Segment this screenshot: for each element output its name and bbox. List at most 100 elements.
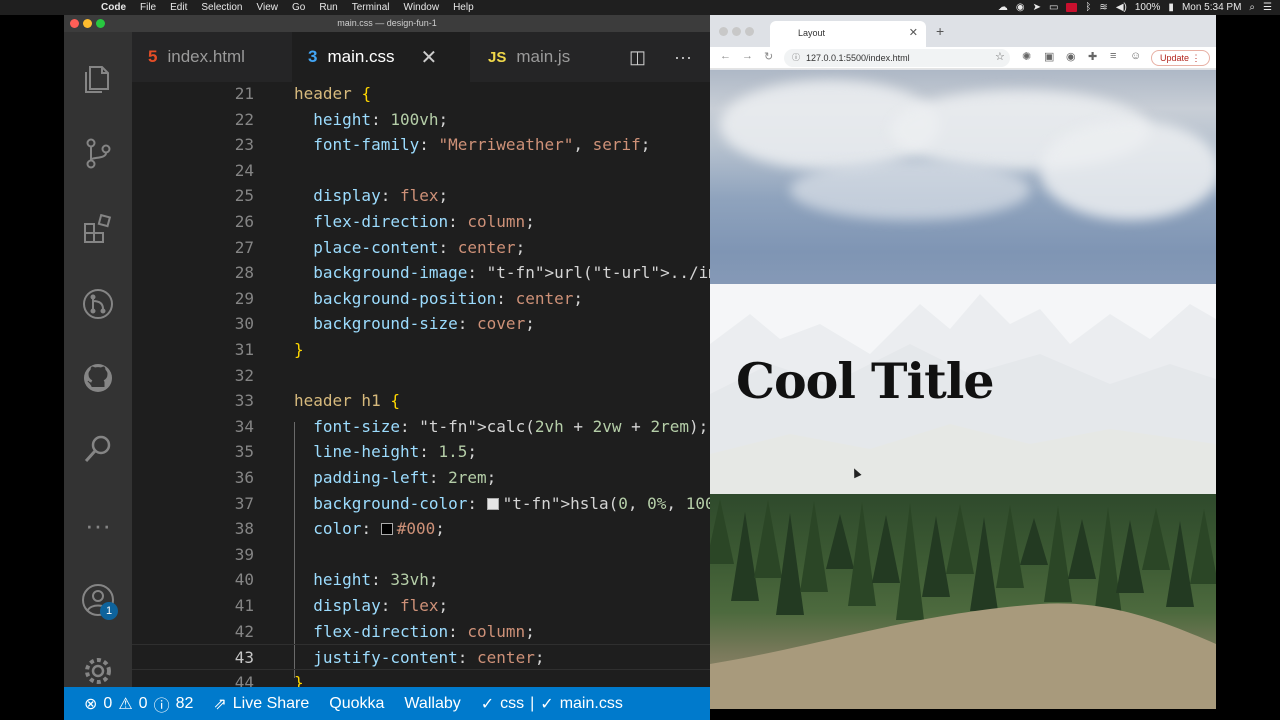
line-code: header h1 { (294, 391, 400, 411)
wifi-icon[interactable]: ≋ (1099, 2, 1107, 13)
update-button[interactable]: Update ⋮ (1151, 50, 1210, 66)
code-line[interactable]: 29 background-position: center; (132, 286, 710, 312)
line-code: color: #000; (313, 519, 445, 539)
line-number: 40 (234, 570, 254, 590)
tab-main-css[interactable]: 3 main.css ✕ (292, 32, 470, 82)
wallaby-button[interactable]: Wallaby (404, 695, 460, 713)
extension-icon[interactable]: ◉ (1066, 50, 1076, 63)
reload-icon[interactable]: ↻ (764, 50, 773, 63)
extension-icon[interactable]: ✺ (1022, 50, 1031, 63)
more-actions-icon[interactable]: ··· (674, 47, 692, 68)
menu-help[interactable]: Help (446, 2, 481, 13)
code-line[interactable]: 42 flex-direction: column; (132, 619, 710, 645)
code-line[interactable]: 31} (132, 337, 710, 363)
forward-icon[interactable]: → (742, 50, 753, 62)
code-line[interactable]: 23 font-family: "Merriweather", serif; (132, 132, 710, 158)
battery-icon[interactable]: ▮ (1168, 2, 1174, 13)
menu-edit[interactable]: Edit (163, 2, 194, 13)
menu-go[interactable]: Go (285, 2, 312, 13)
tree-shape (1116, 520, 1144, 593)
menu-window[interactable]: Window (397, 2, 447, 13)
screen-record-icon[interactable]: ◉ (1016, 2, 1025, 13)
volume-icon[interactable]: ◀) (1116, 2, 1127, 13)
code-line[interactable]: 32 (132, 363, 710, 389)
code-line[interactable]: 26 flex-direction: column; (132, 209, 710, 235)
tab-main-js[interactable]: JS main.js (472, 32, 602, 82)
code-line[interactable]: 30 background-size: cover; (132, 311, 710, 337)
settings-gear-icon[interactable] (81, 654, 115, 688)
explorer-icon[interactable] (81, 62, 115, 96)
tree-shape (872, 515, 900, 583)
tree-shape (826, 514, 854, 569)
code-line[interactable]: 38 color: #000; (132, 516, 710, 542)
more-views-icon[interactable]: ··· (81, 508, 115, 542)
line-code: font-size: "t-fn">calc(2vh + 2vw + 2rem)… (313, 416, 709, 436)
spotlight-search-icon[interactable]: ⌕ (1249, 2, 1255, 13)
language-status[interactable]: ✓ css | ✓ main.css (481, 694, 623, 714)
github-icon[interactable] (81, 361, 115, 395)
battery-percent[interactable]: 100% (1135, 2, 1161, 13)
display-icon[interactable]: ▭ (1049, 2, 1058, 13)
profile-avatar-icon[interactable]: ☺ (1130, 50, 1141, 62)
code-line[interactable]: 33 header h1 { (132, 388, 710, 414)
run-debug-icon[interactable] (81, 287, 115, 321)
close-tab-icon[interactable]: ✕ (909, 21, 918, 45)
code-line[interactable]: 34 font-size: "t-fn">calc(2vh + 2vw + 2r… (132, 414, 710, 440)
code-line[interactable]: 25 display: flex; (132, 183, 710, 209)
code-line[interactable]: 21 header { (132, 82, 710, 107)
live-share-label: Live Share (232, 694, 310, 712)
tab-index-html[interactable]: 5 index.html (132, 32, 282, 82)
code-line[interactable]: 28 background-image: "t-fn">url("t-url">… (132, 260, 710, 286)
menu-selection[interactable]: Selection (194, 2, 249, 13)
split-editor-icon[interactable]: ◫ (629, 47, 646, 68)
creative-cloud-icon[interactable]: ☁ (998, 2, 1008, 13)
code-line[interactable]: 35 line-height: 1.5; (132, 439, 710, 465)
menu-file[interactable]: File (133, 2, 163, 13)
close-tab-icon[interactable]: ✕ (421, 45, 438, 70)
problems-indicator[interactable]: ⊗ 0 ⚠ 0 ⓘ 82 (84, 692, 193, 716)
code-line[interactable]: 27 place-content: center; (132, 235, 710, 261)
menubar-clock[interactable]: Mon 5:34 PM (1182, 2, 1241, 13)
new-tab-icon[interactable]: + (936, 23, 944, 39)
control-center-icon[interactable]: ☰ (1263, 2, 1272, 13)
code-line[interactable]: 24 (132, 158, 710, 184)
window-close-button[interactable] (70, 19, 79, 28)
browser-minimize-button[interactable] (732, 27, 741, 36)
window-minimize-button[interactable] (83, 19, 92, 28)
site-info-icon[interactable]: ⓘ (792, 49, 800, 67)
bookmark-star-icon[interactable]: ☆ (995, 50, 1005, 63)
location-icon[interactable]: ➤ (1033, 2, 1041, 13)
address-bar[interactable]: ⓘ 127.0.0.1:5500/index.html (784, 49, 1010, 67)
source-control-icon[interactable] (81, 136, 115, 170)
reading-list-icon[interactable]: ≡ (1110, 50, 1116, 62)
code-line[interactable]: 39 (132, 542, 710, 568)
code-line[interactable]: 40 height: 33vh; (132, 567, 710, 593)
browser-tab-layout[interactable]: Layout ✕ (770, 21, 926, 47)
quokka-button[interactable]: Quokka (329, 695, 384, 713)
code-line[interactable]: 36 padding-left: 2rem; (132, 465, 710, 491)
bluetooth-icon[interactable]: ᛒ (1085, 2, 1091, 13)
rocky-slope (710, 603, 1216, 709)
extensions-puzzle-icon[interactable]: ✚ (1088, 50, 1097, 63)
menu-run[interactable]: Run (312, 2, 344, 13)
live-share-button[interactable]: ⇗ Live Share (213, 694, 309, 714)
browser-close-button[interactable] (719, 27, 728, 36)
back-icon[interactable]: ← (720, 50, 731, 62)
menu-terminal[interactable]: Terminal (345, 2, 397, 13)
extensions-icon[interactable] (81, 212, 115, 246)
menu-view[interactable]: View (250, 2, 286, 13)
browser-toolbar: ← → ↻ ⓘ 127.0.0.1:5500/index.html ☆ ✺ ▣ … (710, 47, 1216, 69)
browser-zoom-button[interactable] (745, 27, 754, 36)
code-editor[interactable]: 21 header {22 height: 100vh; 23 font-famil… (132, 82, 710, 704)
menu-app-name[interactable]: Code (94, 2, 133, 13)
input-source-flag-icon[interactable] (1066, 3, 1078, 12)
code-line[interactable]: 37 background-color: "t-fn">hsla(0, 0%, … (132, 491, 710, 517)
code-line[interactable]: 22 height: 100vh; (132, 107, 710, 133)
editor-tab-bar: 5 index.html 3 main.css ✕ JS main.js ◫ ·… (132, 32, 710, 82)
search-icon[interactable] (81, 432, 115, 466)
code-line[interactable]: 43 justify-content: center; (132, 644, 710, 670)
code-line[interactable]: 41 display: flex; (132, 593, 710, 619)
window-zoom-button[interactable] (96, 19, 105, 28)
extension-icon[interactable]: ▣ (1044, 50, 1054, 63)
line-number: 31 (234, 340, 254, 359)
